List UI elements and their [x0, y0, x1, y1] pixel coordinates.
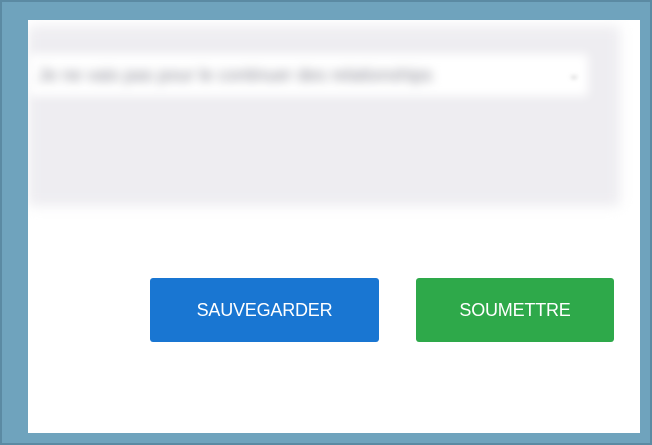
chevron-down-icon: ⌄: [568, 66, 580, 82]
blurred-select-field[interactable]: Je ne vais pas pour le continuer des rel…: [28, 54, 588, 96]
save-button[interactable]: SAUVEGARDER: [150, 278, 379, 342]
blurred-form-panel: [28, 26, 620, 206]
form-page: Je ne vais pas pour le continuer des rel…: [28, 20, 640, 433]
blurred-select-text: Je ne vais pas pour le continuer des rel…: [38, 65, 433, 85]
submit-button[interactable]: SOUMETTRE: [416, 278, 614, 342]
